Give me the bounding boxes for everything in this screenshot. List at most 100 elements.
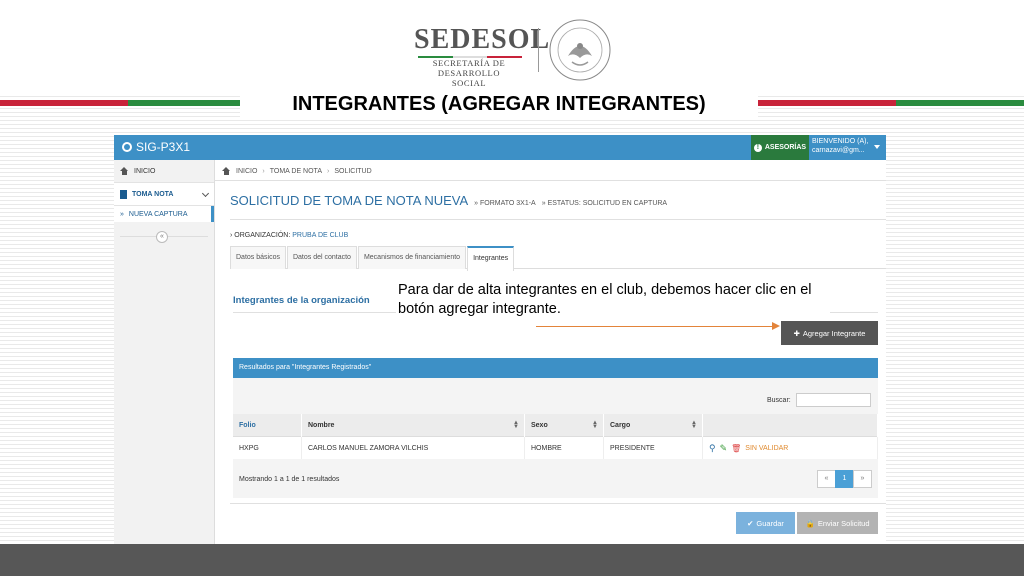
column-nombre-label: Nombre xyxy=(308,421,335,429)
brand-subtitle-line1: SECRETARÍA DE xyxy=(432,58,506,68)
sidebar-subitem-label: NUEVA CAPTURA xyxy=(128,210,188,218)
caret-down-icon[interactable] xyxy=(874,145,880,149)
column-sexo[interactable]: Sexo ▲ ▼ xyxy=(524,414,604,437)
column-sexo-label: Sexo xyxy=(531,421,548,429)
title-rule xyxy=(230,219,886,220)
column-folio[interactable]: Folio xyxy=(233,414,302,437)
table-header-row: Folio Nombre ▲ ▼ Sexo ▲ ▼ Cargo ▲ ▼ xyxy=(233,414,878,437)
cell-sexo: HOMBRE xyxy=(524,436,604,459)
app-window: SIG-P3X1 ! ASESORÍAS BIENVENIDO (A), car… xyxy=(114,135,886,545)
estatus-label: » ESTATUS: SOLICITUD EN CAPTURA xyxy=(541,200,668,207)
status-badge: SIN VALIDAR xyxy=(745,444,789,452)
home-icon xyxy=(222,167,231,175)
top-navbar: SIG-P3X1 ! ASESORÍAS BIENVENIDO (A), car… xyxy=(114,135,886,160)
results-header: Resultados para "Integrantes Registrados… xyxy=(233,358,878,378)
breadcrumb-item-toma-de-nota[interactable]: TOMA DE NOTA xyxy=(270,168,322,175)
sidebar-item-label: INICIO xyxy=(134,167,156,175)
page-title-text: SOLICITUD DE TOMA DE NOTA NUEVA xyxy=(230,193,469,208)
cell-folio: HXPG xyxy=(233,436,302,459)
members-table: Folio Nombre ▲ ▼ Sexo ▲ ▼ Cargo ▲ ▼ HXPG CARLO… xyxy=(233,414,878,459)
app-name: SIG-P3X1 xyxy=(136,140,191,154)
app-logo[interactable]: SIG-P3X1 xyxy=(122,140,190,154)
document-icon xyxy=(120,189,127,199)
user-menu[interactable]: BIENVENIDO (A), carnazavi@gm... xyxy=(812,137,872,155)
sidebar: INICIO TOMA NOTA » NUEVA CAPTURA « xyxy=(114,160,215,545)
section-title: Integrantes de la organización xyxy=(233,295,370,306)
trash-icon[interactable]: 🗑 xyxy=(731,444,741,453)
annotation-text: Para dar de alta integrantes en el club,… xyxy=(396,281,830,319)
arrow-right-icon xyxy=(772,322,780,330)
sidebar-collapse-button[interactable]: « xyxy=(156,231,168,243)
org-label: ORGANIZACIÓN: xyxy=(234,232,291,239)
tab-datos-basicos[interactable]: Datos básicos xyxy=(230,246,286,269)
organization-info: › ORGANIZACIÓN: PRUBA DE CLUB xyxy=(230,232,348,239)
flag-bar-left xyxy=(0,100,240,106)
globe-icon xyxy=(122,142,132,152)
cell-nombre: CARLOS MANUEL ZAMORA VILCHIS xyxy=(301,436,525,459)
pager-next-button[interactable]: » xyxy=(853,470,872,488)
results-count: Mostrando 1 a 1 de 1 resultados xyxy=(239,476,340,483)
lock-icon: 🔒 xyxy=(805,518,815,528)
sidebar-item-toma-nota[interactable]: TOMA NOTA xyxy=(114,183,214,206)
send-request-button[interactable]: 🔒 Enviar Solicitud xyxy=(797,512,878,534)
slide-footer xyxy=(0,544,1024,576)
pencil-icon[interactable]: ✎ xyxy=(720,443,728,454)
tab-datos-contacto[interactable]: Datos del contacto xyxy=(286,246,357,269)
tab-integrantes[interactable]: Integrantes xyxy=(467,246,515,271)
formato-label: » FORMATO 3X1-A xyxy=(474,200,536,207)
plus-icon: ✚ xyxy=(793,328,800,338)
sidebar-item-inicio[interactable]: INICIO xyxy=(114,160,214,183)
user-email: carnazavi@gm... xyxy=(812,147,865,154)
annotation-arrow-line xyxy=(536,326,774,327)
results-panel: Buscar: Folio Nombre ▲ ▼ Sexo ▲ ▼ Cargo ▲ ▼ HX… xyxy=(233,378,878,498)
sidebar-item-label: TOMA NOTA xyxy=(132,190,174,198)
cell-actions: ⚲ ✎ 🗑 SIN VALIDAR xyxy=(702,436,878,459)
save-button[interactable]: ✔ Guardar xyxy=(736,512,795,534)
column-cargo-label: Cargo xyxy=(610,421,631,429)
org-value: PRUBA DE CLUB xyxy=(292,232,349,239)
pager-page-1[interactable]: 1 xyxy=(835,470,854,488)
save-label: Guardar xyxy=(756,518,784,528)
welcome-text: BIENVENIDO (A), xyxy=(812,138,869,145)
brand-name: SEDESOL xyxy=(414,24,551,55)
slide-title: INTEGRANTES (AGREGAR INTEGRANTES) xyxy=(240,91,758,118)
breadcrumb-rule xyxy=(214,180,886,181)
check-icon: ✔ xyxy=(747,518,754,528)
pager-prev-button[interactable]: « xyxy=(817,470,836,488)
chevron-right-icon: » xyxy=(120,210,124,218)
column-actions xyxy=(702,414,878,437)
sort-icon: ▲ ▼ xyxy=(691,420,697,430)
brand-divider xyxy=(538,28,539,72)
add-member-button[interactable]: ✚ Agregar Integrante xyxy=(781,321,878,345)
tab-mecanismos[interactable]: Mecanismos de financiamiento xyxy=(357,246,467,269)
asesorias-button[interactable]: ! ASESORÍAS xyxy=(751,135,809,160)
breadcrumb-separator: › xyxy=(326,167,330,175)
cell-cargo: PRESIDENTE xyxy=(603,436,703,459)
magnifier-icon[interactable]: ⚲ xyxy=(709,443,716,454)
sidebar-subitem-nueva-captura[interactable]: » NUEVA CAPTURA xyxy=(114,206,214,222)
footer-rule xyxy=(230,503,886,504)
search-input[interactable] xyxy=(796,393,871,407)
flag-bar-right xyxy=(758,100,1024,106)
home-icon xyxy=(120,167,129,175)
search-label: Buscar: xyxy=(767,397,791,404)
column-nombre[interactable]: Nombre ▲ ▼ xyxy=(301,414,525,437)
info-icon: ! xyxy=(753,143,762,152)
sort-icon: ▲ ▼ xyxy=(513,420,519,430)
page-title: SOLICITUD DE TOMA DE NOTA NUEVA » FORMAT… xyxy=(230,193,667,208)
breadcrumb-item-inicio[interactable]: INICIO xyxy=(236,168,257,175)
breadcrumb-separator: › xyxy=(262,167,265,175)
asesorias-label: ASESORÍAS xyxy=(764,144,807,151)
add-member-label: Agregar Integrante xyxy=(802,328,866,338)
breadcrumb-item-solicitud: SOLICITUD xyxy=(334,167,372,175)
table-row: HXPG CARLOS MANUEL ZAMORA VILCHIS HOMBRE… xyxy=(233,436,878,459)
chevron-right-icon: › xyxy=(230,232,233,239)
breadcrumb: INICIO › TOMA DE NOTA › SOLICITUD xyxy=(222,162,372,180)
pagination: « 1 » xyxy=(817,470,872,488)
national-seal-icon xyxy=(549,19,611,81)
brand-subtitle-line2: DESARROLLO SOCIAL xyxy=(437,68,501,88)
column-cargo[interactable]: Cargo ▲ ▼ xyxy=(603,414,703,437)
tab-bar: Datos básicos Datos del contacto Mecanis… xyxy=(230,246,886,271)
chevron-down-icon xyxy=(201,189,210,198)
sort-icon: ▲ ▼ xyxy=(592,420,598,430)
